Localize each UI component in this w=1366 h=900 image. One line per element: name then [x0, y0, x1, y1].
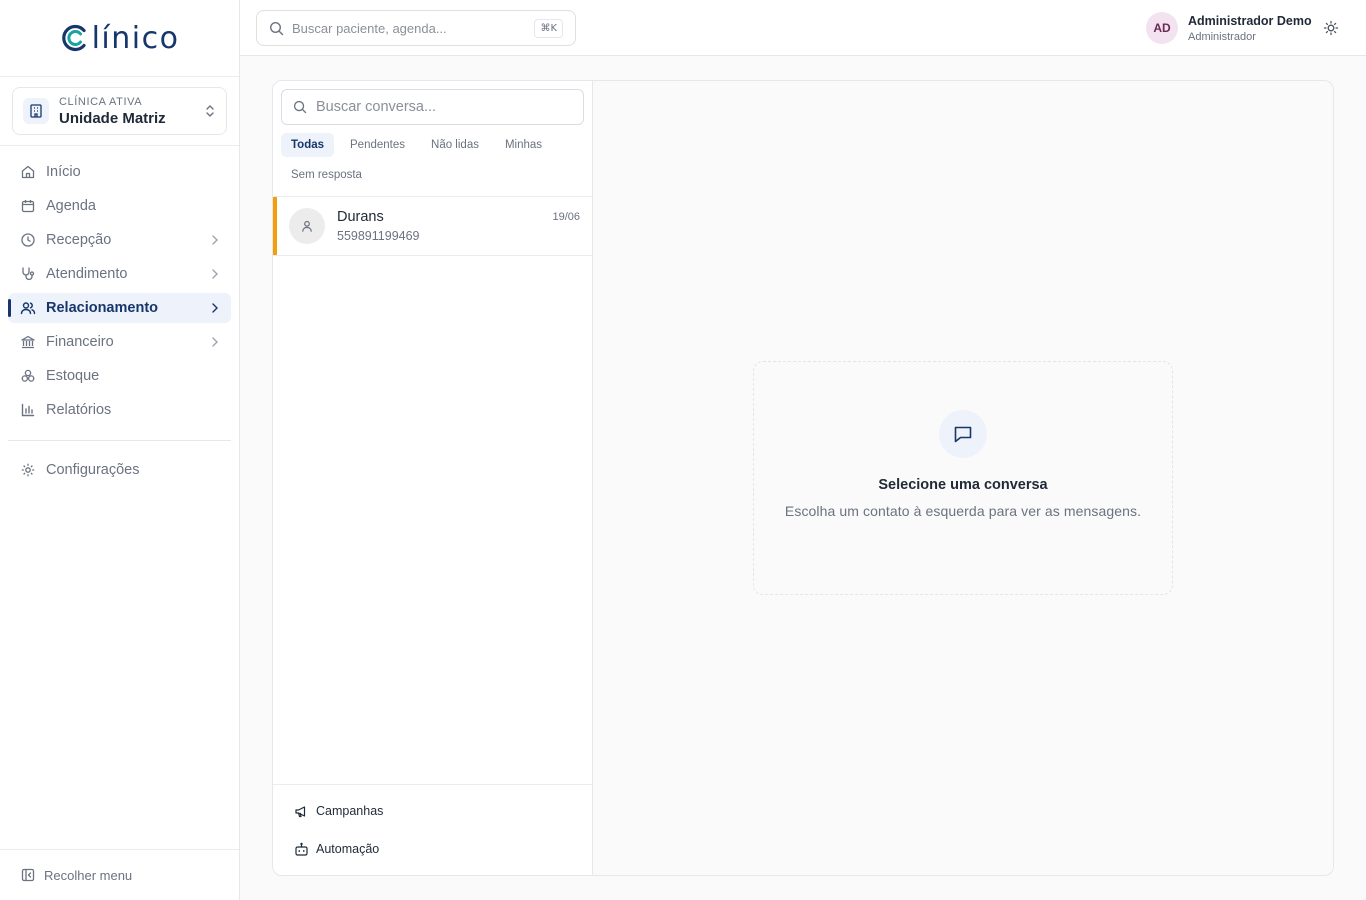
- building-icon: [23, 98, 49, 124]
- logo[interactable]: línico: [0, 0, 239, 77]
- user-name: Administrador Demo: [1188, 13, 1312, 28]
- calendar-icon: [20, 198, 36, 214]
- nav-item-inicio[interactable]: Início: [8, 157, 231, 187]
- conversation-item[interactable]: Durans 559891199469 19/06: [273, 197, 592, 256]
- logo-mark-icon: [61, 24, 86, 52]
- filter-nao-lidas[interactable]: Não lidas: [421, 133, 489, 157]
- conversation-search[interactable]: [281, 89, 584, 125]
- filter-sem-resposta[interactable]: Sem resposta: [281, 163, 372, 187]
- clock-icon: [20, 232, 36, 248]
- nav-label: Financeiro: [46, 334, 114, 350]
- chat-area: Selecione uma conversa Escolha um contat…: [593, 81, 1333, 875]
- nav-item-financeiro[interactable]: Financeiro: [8, 327, 231, 357]
- chevron-right-icon: [212, 269, 218, 279]
- nav-item-relatorios[interactable]: Relatórios: [8, 395, 231, 425]
- users-icon: [20, 300, 36, 316]
- conversation-phone: 559891199469: [337, 229, 420, 243]
- chevron-right-icon: [212, 303, 218, 313]
- nav-item-agenda[interactable]: Agenda: [8, 191, 231, 221]
- bar-chart-icon: [20, 402, 36, 418]
- filter-todas[interactable]: Todas: [281, 133, 335, 157]
- nav-item-estoque[interactable]: Estoque: [8, 361, 231, 391]
- user-menu[interactable]: AD Administrador Demo Administrador: [1146, 12, 1312, 44]
- user-icon: [302, 220, 312, 232]
- sun-icon: [1323, 20, 1339, 36]
- filter-minhas[interactable]: Minhas: [495, 133, 552, 157]
- automation-link[interactable]: Automação: [293, 834, 592, 864]
- theme-toggle-button[interactable]: [1322, 19, 1340, 37]
- clinic-selector[interactable]: CLÍNICA ATIVA Unidade Matriz: [12, 87, 227, 135]
- avatar: AD: [1146, 12, 1178, 44]
- home-icon: [20, 164, 36, 180]
- conversation-footer: Campanhas Automação: [273, 784, 592, 875]
- stethoscope-icon: [20, 266, 36, 282]
- empty-state-title: Selecione uma conversa: [878, 477, 1048, 493]
- nav-label: Recepção: [46, 232, 112, 248]
- boxes-icon: [20, 368, 36, 384]
- conversation-name: Durans: [337, 209, 384, 225]
- gear-icon: [20, 462, 36, 478]
- nav-label: Agenda: [46, 198, 96, 214]
- chevron-right-icon: [212, 337, 218, 347]
- nav-item-relacionamento[interactable]: Relacionamento: [8, 293, 231, 323]
- collapse-menu-button[interactable]: Recolher menu: [0, 849, 239, 900]
- main-nav: Início Agenda Recepção Atendimento Relac…: [0, 146, 239, 485]
- automation-label: Automação: [316, 842, 380, 856]
- filter-pendentes[interactable]: Pendentes: [340, 133, 415, 157]
- bank-icon: [20, 334, 36, 350]
- panel-left-close-icon: [21, 868, 35, 882]
- clinic-name: Unidade Matriz: [59, 109, 166, 127]
- sidebar: línico CLÍNICA ATIVA Unidade Matriz Iníc…: [0, 0, 240, 900]
- search-icon: [269, 21, 284, 35]
- empty-state-subtitle: Escolha um contato à esquerda para ver a…: [784, 503, 1142, 519]
- topbar: ⌘K AD Administrador Demo Administrador: [240, 0, 1366, 56]
- bot-icon: [293, 841, 309, 857]
- nav-label: Atendimento: [46, 266, 128, 282]
- user-role: Administrador: [1188, 30, 1256, 43]
- inbox-panel: Todas Pendentes Não lidas Minhas Sem res…: [272, 80, 1334, 876]
- nav-item-atendimento[interactable]: Atendimento: [8, 259, 231, 289]
- clinic-selector-wrap: CLÍNICA ATIVA Unidade Matriz: [0, 77, 239, 146]
- global-search[interactable]: ⌘K: [256, 10, 576, 46]
- conversation-list: Durans 559891199469 19/06: [273, 196, 592, 256]
- nav-label: Configurações: [46, 462, 140, 478]
- conversation-column: Todas Pendentes Não lidas Minhas Sem res…: [273, 81, 593, 875]
- nav-label: Relatórios: [46, 402, 112, 418]
- contact-avatar: [289, 208, 325, 244]
- campaigns-label: Campanhas: [316, 804, 384, 818]
- empty-state: Selecione uma conversa Escolha um contat…: [753, 361, 1173, 595]
- nav-label: Estoque: [46, 368, 100, 384]
- message-square-icon: [939, 410, 987, 458]
- nav-label: Início: [46, 164, 81, 180]
- conversation-filters: Todas Pendentes Não lidas Minhas Sem res…: [281, 133, 585, 193]
- nav-item-configuracoes[interactable]: Configurações: [8, 455, 231, 485]
- chevron-right-icon: [212, 235, 218, 245]
- logo-text: línico: [91, 20, 180, 56]
- search-icon: [293, 100, 307, 114]
- conversation-date: 19/06: [552, 211, 580, 223]
- nav-label: Relacionamento: [46, 300, 158, 316]
- megaphone-icon: [293, 803, 309, 819]
- nav-divider: [8, 440, 231, 441]
- global-search-input[interactable]: [292, 20, 522, 36]
- logo-wordmark: línico: [60, 21, 180, 56]
- conversation-search-input[interactable]: [316, 99, 566, 115]
- collapse-menu-label: Recolher menu: [44, 867, 133, 883]
- clinic-label: CLÍNICA ATIVA: [59, 95, 143, 108]
- shortcut-badge: ⌘K: [534, 19, 563, 38]
- chevrons-up-down-icon: [206, 105, 214, 117]
- campaigns-link[interactable]: Campanhas: [293, 796, 592, 826]
- nav-item-recepcao[interactable]: Recepção: [8, 225, 231, 255]
